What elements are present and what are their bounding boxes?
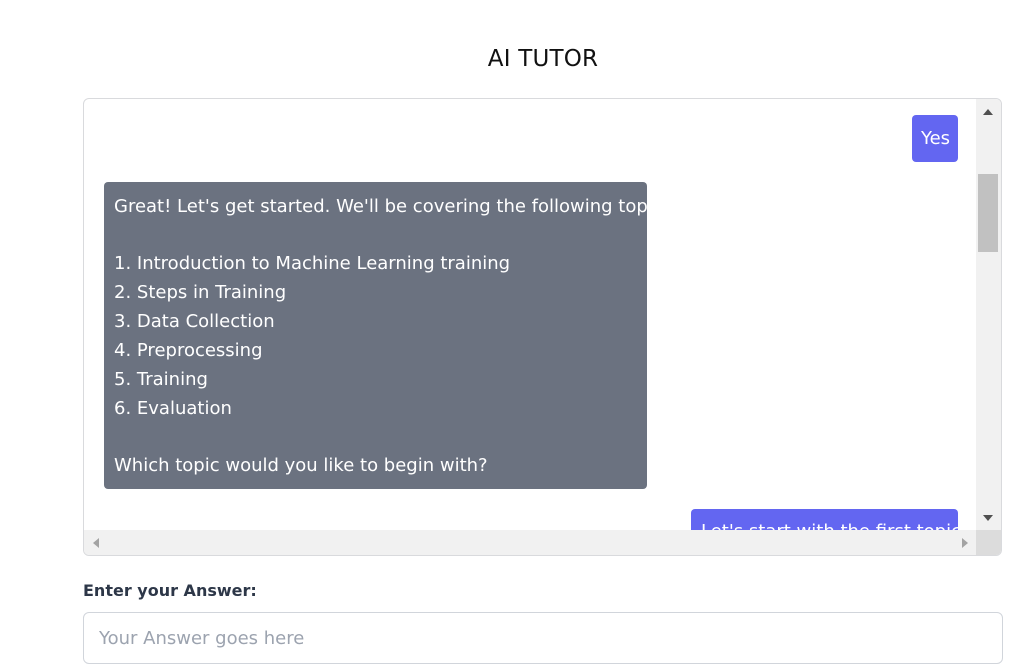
chat-messages: Yes Great! Let's get started. We'll be c… — [84, 99, 977, 531]
scrollbar-corner — [976, 530, 1001, 555]
bot-message: Great! Let's get started. We'll be cover… — [104, 182, 679, 489]
vertical-scrollbar[interactable] — [976, 99, 1001, 531]
bot-message-blank-line — [114, 221, 637, 249]
page-title: AI TUTOR — [487, 46, 599, 72]
topic-item: 4. Preprocessing — [114, 340, 263, 361]
bot-message-blank-line — [114, 423, 637, 451]
chat-window[interactable]: Yes Great! Let's get started. We'll be c… — [83, 98, 1002, 556]
bot-message-line: Which topic would you like to begin with… — [114, 455, 488, 476]
user-message: Let's start with the first topics — [691, 509, 958, 531]
bot-message-line: Great! Let's get started. We'll be cover… — [114, 196, 679, 217]
vertical-scroll-thumb[interactable] — [978, 174, 998, 252]
topic-item: 1. Introduction to Machine Learning trai… — [114, 253, 511, 274]
topic-item: 2. Steps in Training — [114, 282, 287, 303]
scroll-left-arrow-icon[interactable] — [93, 538, 99, 548]
answer-label: Enter your Answer: — [83, 581, 257, 600]
scroll-right-arrow-icon[interactable] — [962, 538, 968, 548]
answer-input[interactable] — [83, 612, 1003, 664]
horizontal-scrollbar[interactable] — [84, 530, 977, 555]
topic-item: 3. Data Collection — [114, 311, 275, 332]
topic-item: 6. Evaluation — [114, 398, 232, 419]
user-message: Yes — [912, 115, 958, 162]
scroll-down-arrow-icon[interactable] — [983, 515, 993, 521]
scroll-up-arrow-icon[interactable] — [983, 109, 993, 115]
topic-item: 5. Training — [114, 369, 208, 390]
